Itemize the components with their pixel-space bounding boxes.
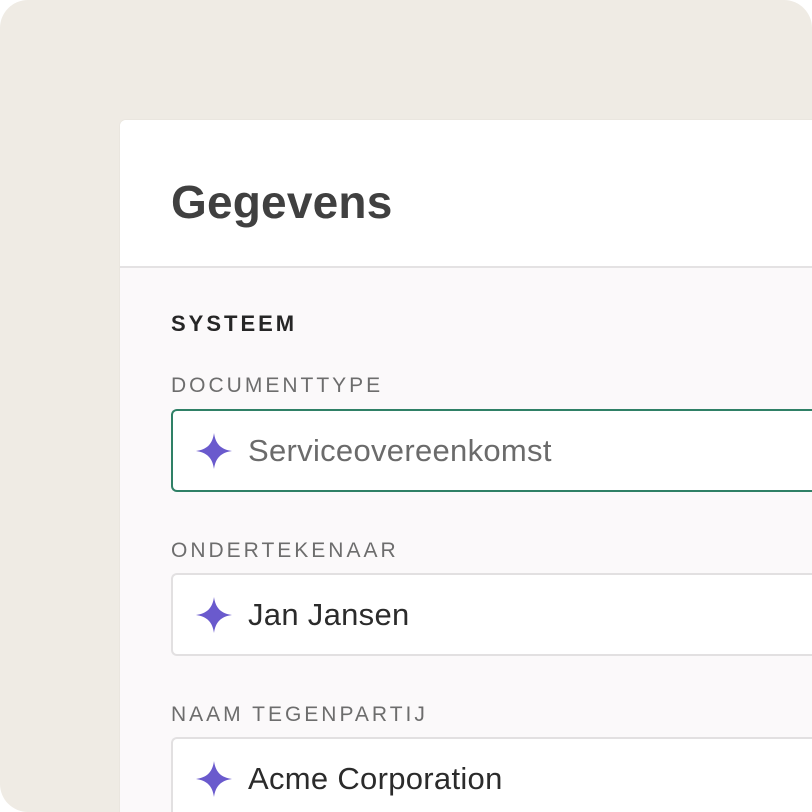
ai-sparkle-icon [196,597,232,633]
page-title: Gegevens [171,176,393,228]
ai-sparkle-icon [196,761,232,797]
ondertekenaar-field[interactable]: Jan Jansen [171,573,812,656]
naam-tegenpartij-value: Acme Corporation [248,761,503,796]
naam-tegenpartij-field[interactable]: Acme Corporation [171,737,812,812]
documenttype-field[interactable]: Serviceovereenkomst [171,409,812,492]
field-label-documenttype: DOCUMENTTYPE [171,374,384,397]
panel-body: SYSTEEM DOCUMENTTYPE Serviceovereenkomst… [120,268,812,812]
details-panel: Gegevens SYSTEEM DOCUMENTTYPE Serviceove… [120,120,812,812]
panel-header: Gegevens [120,120,812,268]
documenttype-value: Serviceovereenkomst [248,433,552,468]
field-label-naam-tegenpartij: NAAM TEGENPARTIJ [171,703,428,726]
field-label-ondertekenaar: ONDERTEKENAAR [171,539,399,562]
section-title: SYSTEEM [171,311,298,336]
ai-sparkle-icon [196,433,232,469]
ondertekenaar-value: Jan Jansen [248,597,410,632]
